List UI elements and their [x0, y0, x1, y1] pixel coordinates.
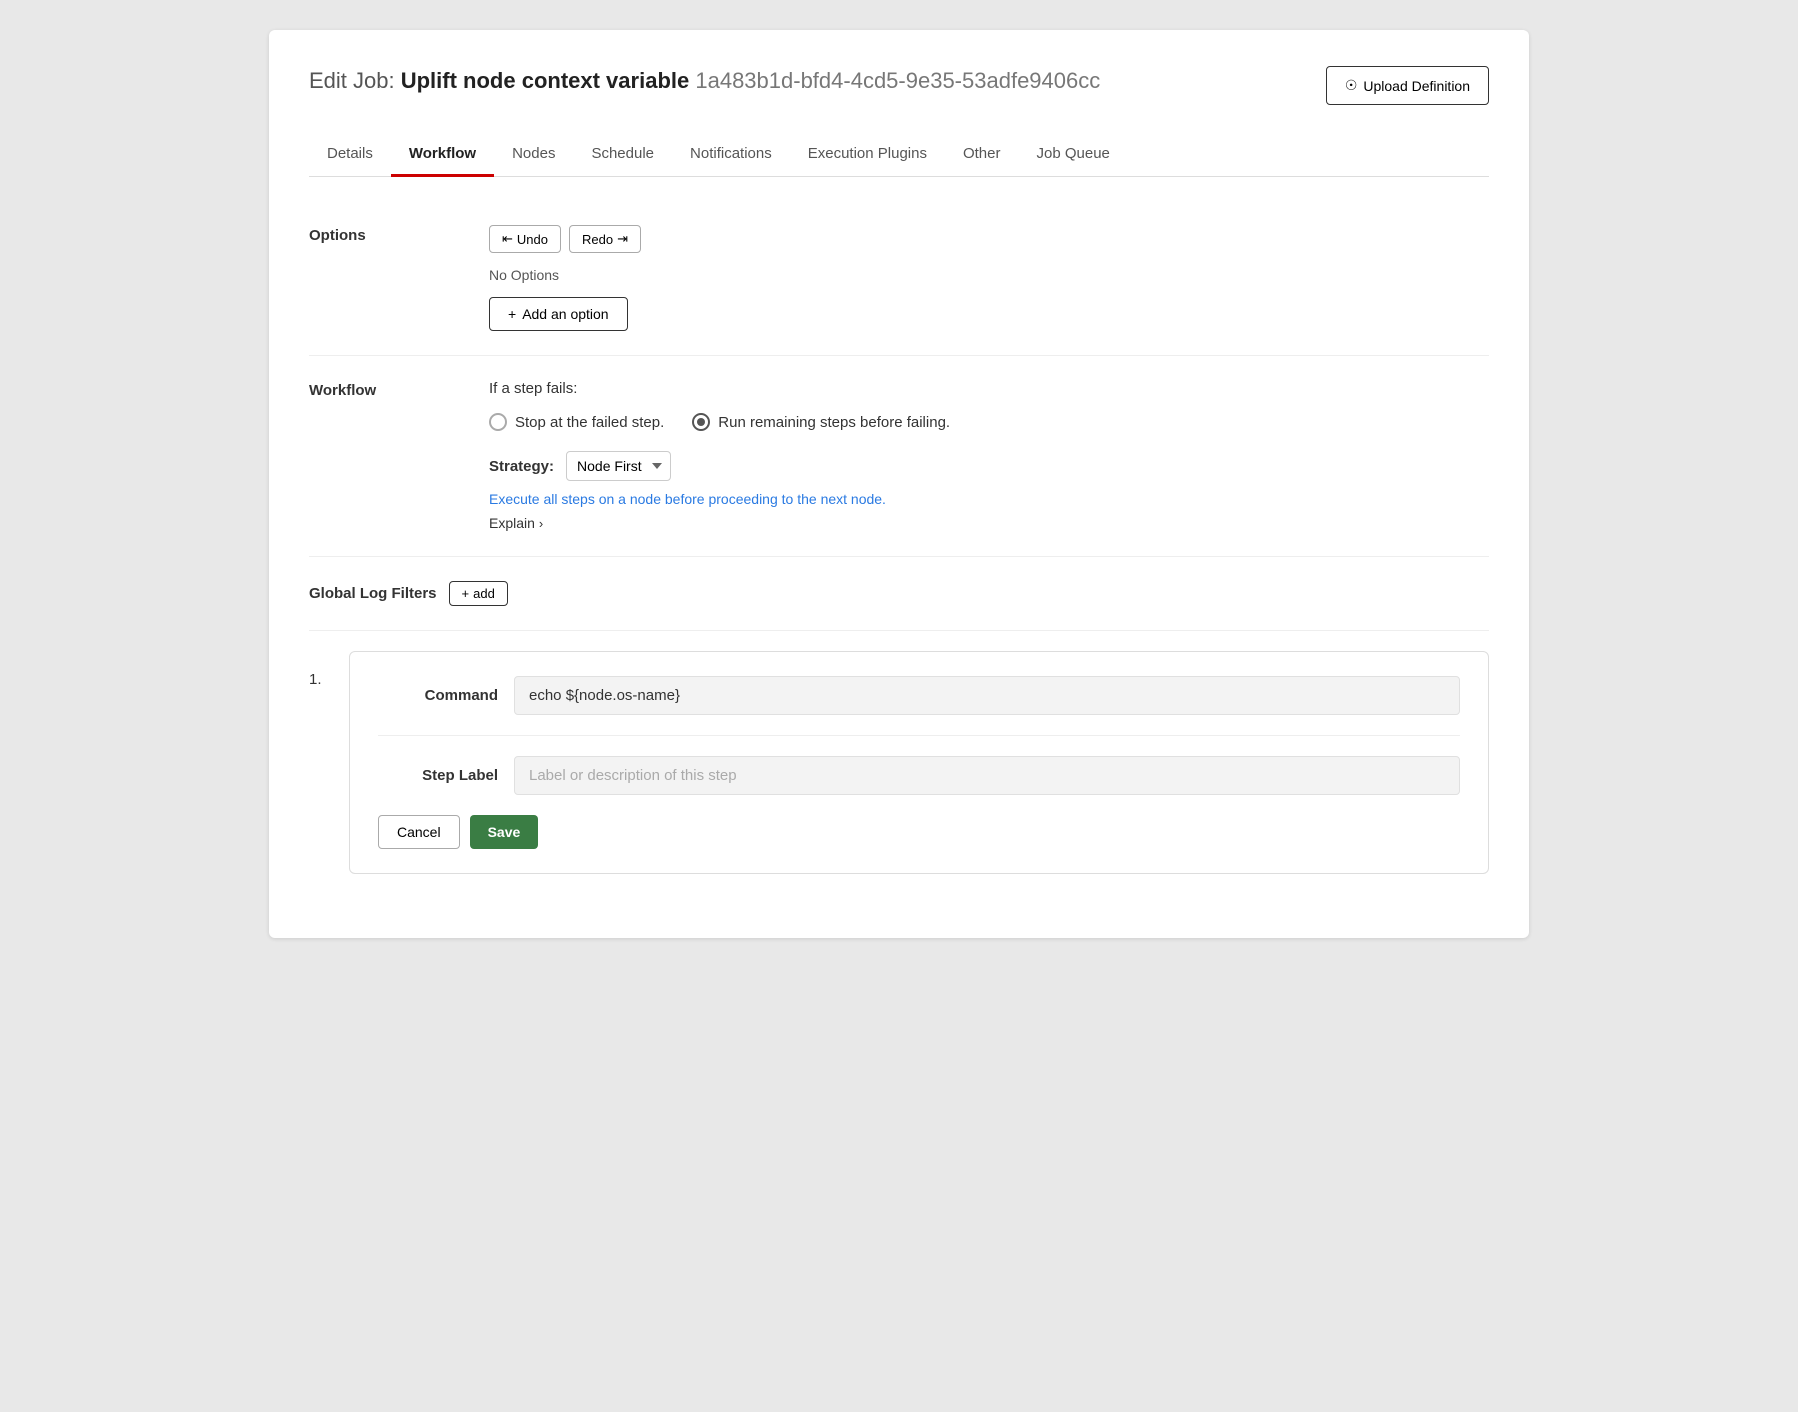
job-id: 1a483b1d-bfd4-4cd5-9e35-53adfe9406cc — [695, 68, 1100, 93]
step-label-input[interactable]: Label or description of this step — [514, 756, 1460, 795]
step-card: Command echo ${node.os-name} Step Label … — [349, 651, 1489, 874]
page-title: Edit Job: Uplift node context variable 1… — [309, 66, 1100, 97]
radio-stop-circle — [489, 413, 507, 431]
global-log-filters-row: Global Log Filters + add — [309, 557, 1489, 631]
page-header: Edit Job: Uplift node context variable 1… — [309, 66, 1489, 105]
step-actions: Cancel Save — [378, 815, 1460, 849]
tab-details[interactable]: Details — [309, 133, 391, 177]
radio-run-circle — [692, 413, 710, 431]
upload-definition-button[interactable]: ☉ Upload Definition — [1326, 66, 1489, 105]
add-filter-label: add — [473, 586, 495, 601]
explain-label: Explain — [489, 515, 535, 531]
tab-other[interactable]: Other — [945, 133, 1019, 177]
tab-schedule[interactable]: Schedule — [573, 133, 672, 177]
cancel-button[interactable]: Cancel — [378, 815, 460, 849]
add-option-button[interactable]: + Add an option — [489, 297, 628, 331]
step-label-field-row: Step Label Label or description of this … — [378, 756, 1460, 795]
command-field-row: Command echo ${node.os-name} — [378, 676, 1460, 715]
add-option-label: Add an option — [522, 306, 608, 322]
radio-run-label: Run remaining steps before failing. — [718, 414, 950, 431]
upload-icon: ☉ — [1345, 77, 1358, 94]
step-item-1: 1. Command echo ${node.os-name} Step Lab… — [309, 651, 1489, 874]
options-section: Options ⇤ Undo Redo ⇥ No Options + Add a… — [309, 201, 1489, 356]
tab-nodes[interactable]: Nodes — [494, 133, 573, 177]
add-filter-button[interactable]: + add — [449, 581, 508, 606]
upload-definition-label: Upload Definition — [1363, 78, 1470, 94]
workflow-content: If a step fails: Stop at the failed step… — [489, 380, 1489, 532]
no-options-text: No Options — [489, 267, 1489, 283]
step-number: 1. — [309, 651, 333, 688]
title-name: Uplift node context variable — [401, 68, 690, 93]
chevron-right-icon: › — [539, 516, 543, 531]
tab-bar: Details Workflow Nodes Schedule Notifica… — [309, 133, 1489, 177]
tab-workflow[interactable]: Workflow — [391, 133, 494, 177]
radio-stop-label: Stop at the failed step. — [515, 414, 664, 431]
options-content: ⇤ Undo Redo ⇥ No Options + Add an option — [489, 225, 1489, 331]
step-label-field-label: Step Label — [378, 767, 498, 784]
options-label: Options — [309, 225, 469, 331]
tab-execution-plugins[interactable]: Execution Plugins — [790, 133, 945, 177]
tab-job-queue[interactable]: Job Queue — [1018, 133, 1127, 177]
workflow-label: Workflow — [309, 380, 469, 532]
plus-icon: + — [508, 306, 516, 322]
content-area: Options ⇤ Undo Redo ⇥ No Options + Add a… — [309, 177, 1489, 898]
strategy-description: Execute all steps on a node before proce… — [489, 491, 1489, 507]
command-input[interactable]: echo ${node.os-name} — [514, 676, 1460, 715]
radio-row: Stop at the failed step. Run remaining s… — [489, 413, 1489, 431]
undo-label: Undo — [517, 232, 548, 247]
tab-notifications[interactable]: Notifications — [672, 133, 790, 177]
radio-run-option[interactable]: Run remaining steps before failing. — [692, 413, 950, 431]
command-label: Command — [378, 687, 498, 704]
strategy-label: Strategy: — [489, 458, 554, 475]
strategy-row: Strategy: Node First Step First Parallel — [489, 451, 1489, 481]
redo-button[interactable]: Redo ⇥ — [569, 225, 641, 253]
radio-stop-option[interactable]: Stop at the failed step. — [489, 413, 664, 431]
plus-icon-filter: + — [462, 586, 470, 601]
undo-button[interactable]: ⇤ Undo — [489, 225, 561, 253]
step-divider — [378, 735, 1460, 736]
step-fails-label: If a step fails: — [489, 380, 1489, 397]
global-log-filters-label: Global Log Filters — [309, 585, 437, 602]
strategy-select[interactable]: Node First Step First Parallel — [566, 451, 671, 481]
redo-label: Redo — [582, 232, 613, 247]
save-button[interactable]: Save — [470, 815, 539, 849]
undo-icon: ⇤ — [502, 231, 513, 247]
step-list: 1. Command echo ${node.os-name} Step Lab… — [309, 651, 1489, 874]
workflow-section: Workflow If a step fails: Stop at the fa… — [309, 356, 1489, 557]
redo-icon: ⇥ — [617, 231, 628, 247]
title-prefix: Edit Job: — [309, 68, 395, 93]
explain-link[interactable]: Explain › — [489, 515, 543, 531]
undo-redo-row: ⇤ Undo Redo ⇥ — [489, 225, 1489, 253]
